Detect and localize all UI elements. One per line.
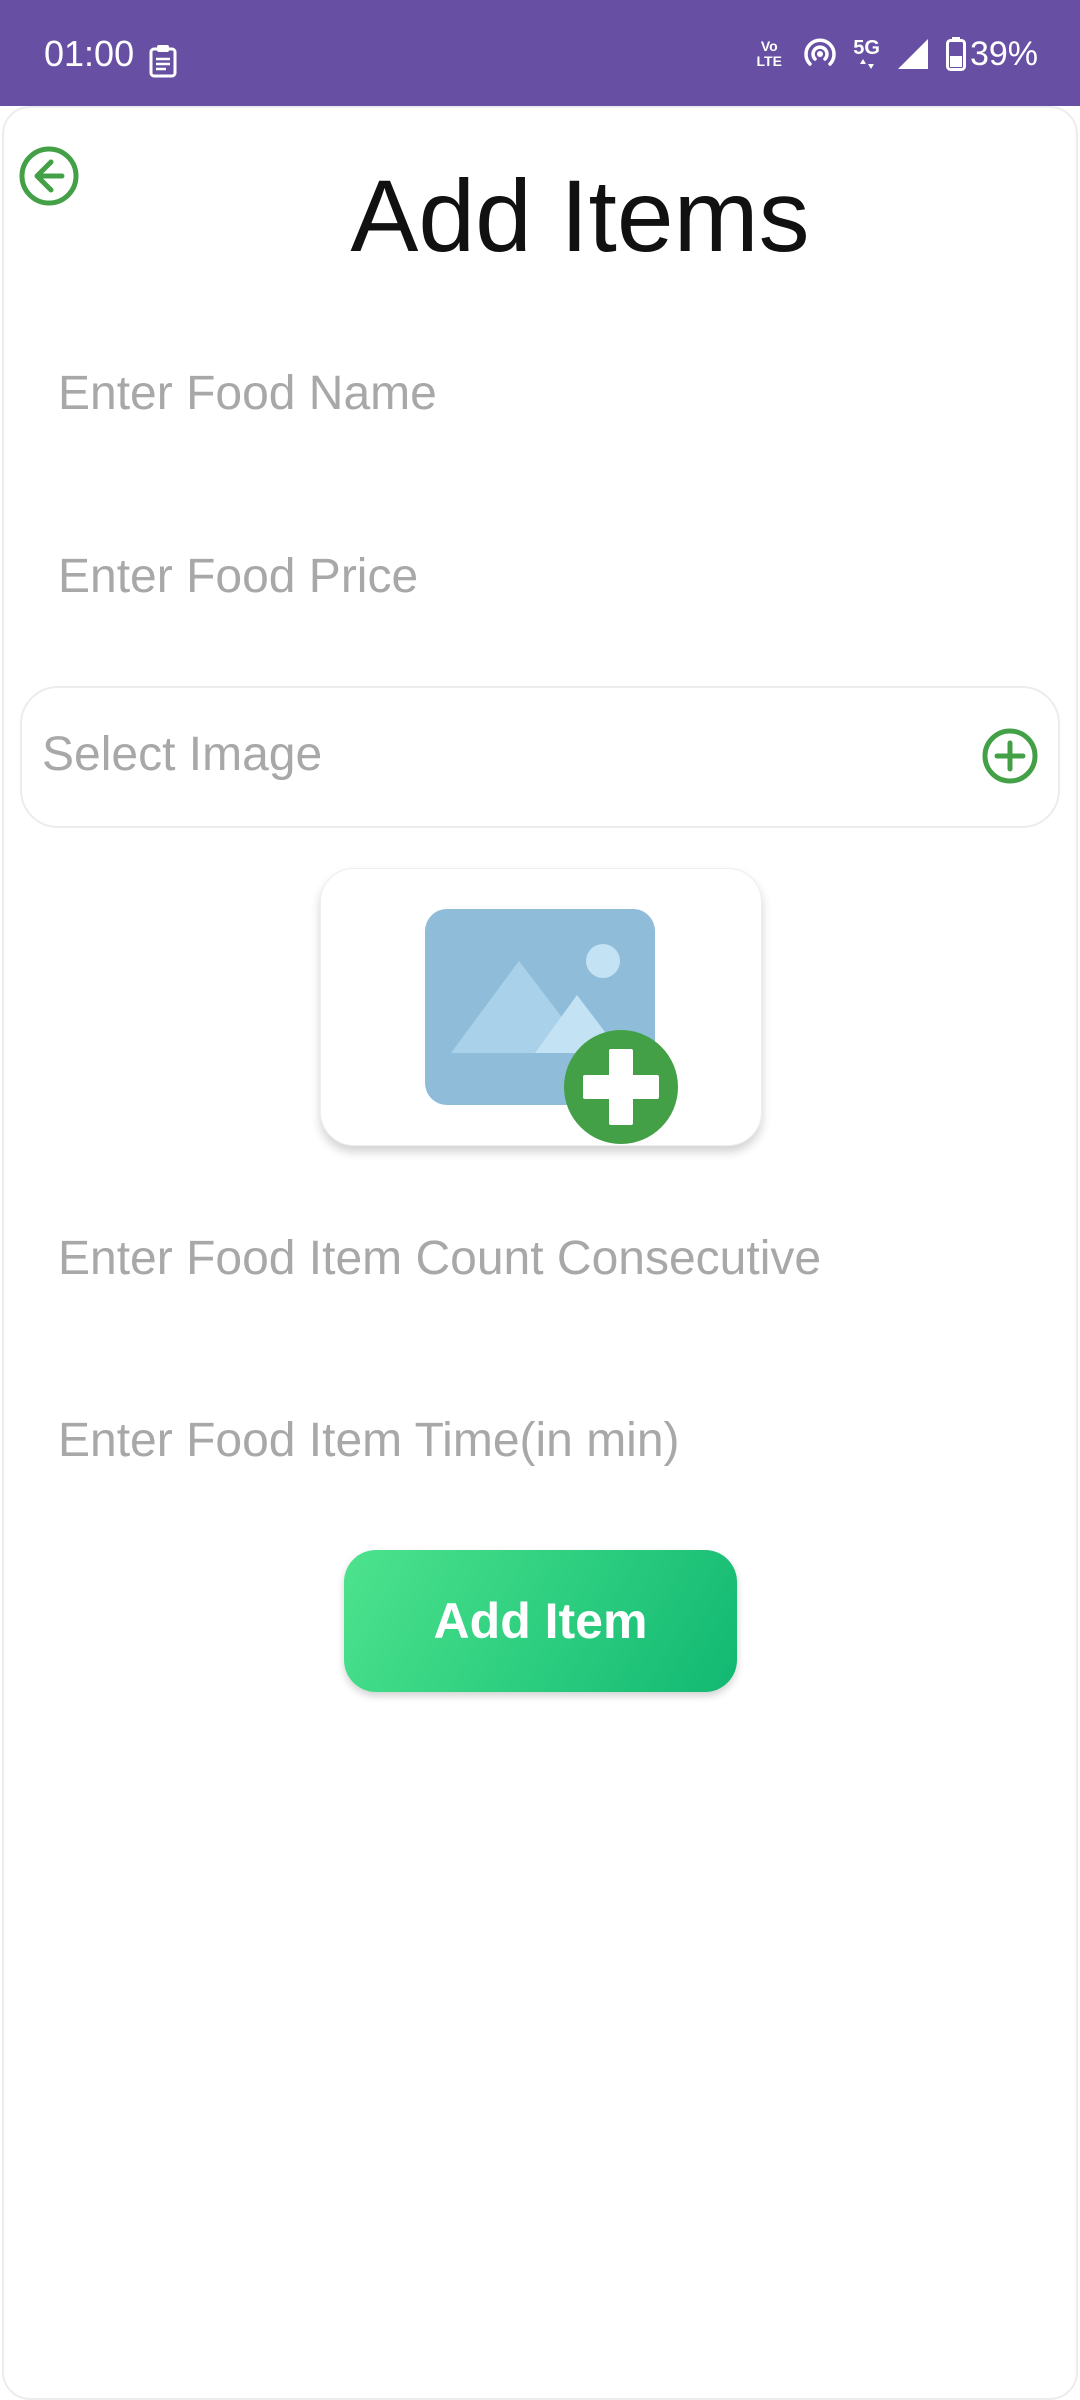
add-item-button[interactable]: Add Item <box>344 1550 737 1692</box>
status-bar: 01:00 Vo LTE 5G 39% <box>0 0 1080 106</box>
battery-percent: 39% <box>969 35 1038 73</box>
network-type-label: 5G <box>853 37 880 59</box>
data-arrows-icon <box>859 59 874 69</box>
hotspot-icon <box>804 38 836 66</box>
select-image-label: Select Image <box>42 728 323 781</box>
volte-icon: Vo LTE <box>756 38 782 69</box>
clipboard-icon <box>149 45 177 78</box>
signal-5g-icon: 5G <box>853 38 880 70</box>
add-image-icon <box>425 909 678 1144</box>
item-time-input[interactable] <box>58 1400 1038 1480</box>
status-time: 01:00 <box>44 33 135 74</box>
plus-circle-icon[interactable] <box>980 726 1040 786</box>
battery-group: 39% <box>945 35 1038 73</box>
page-title: Add Items <box>350 159 810 273</box>
item-count-input[interactable] <box>58 1218 1038 1298</box>
food-price-input[interactable] <box>58 536 1038 616</box>
status-icons: Vo LTE 5G 39% <box>751 32 1038 76</box>
image-preview-card[interactable] <box>320 868 762 1146</box>
signal-strength-icon <box>897 39 928 69</box>
food-name-input[interactable] <box>58 353 1038 433</box>
battery-icon <box>945 37 966 71</box>
select-image-field[interactable]: Select Image <box>20 686 1060 828</box>
